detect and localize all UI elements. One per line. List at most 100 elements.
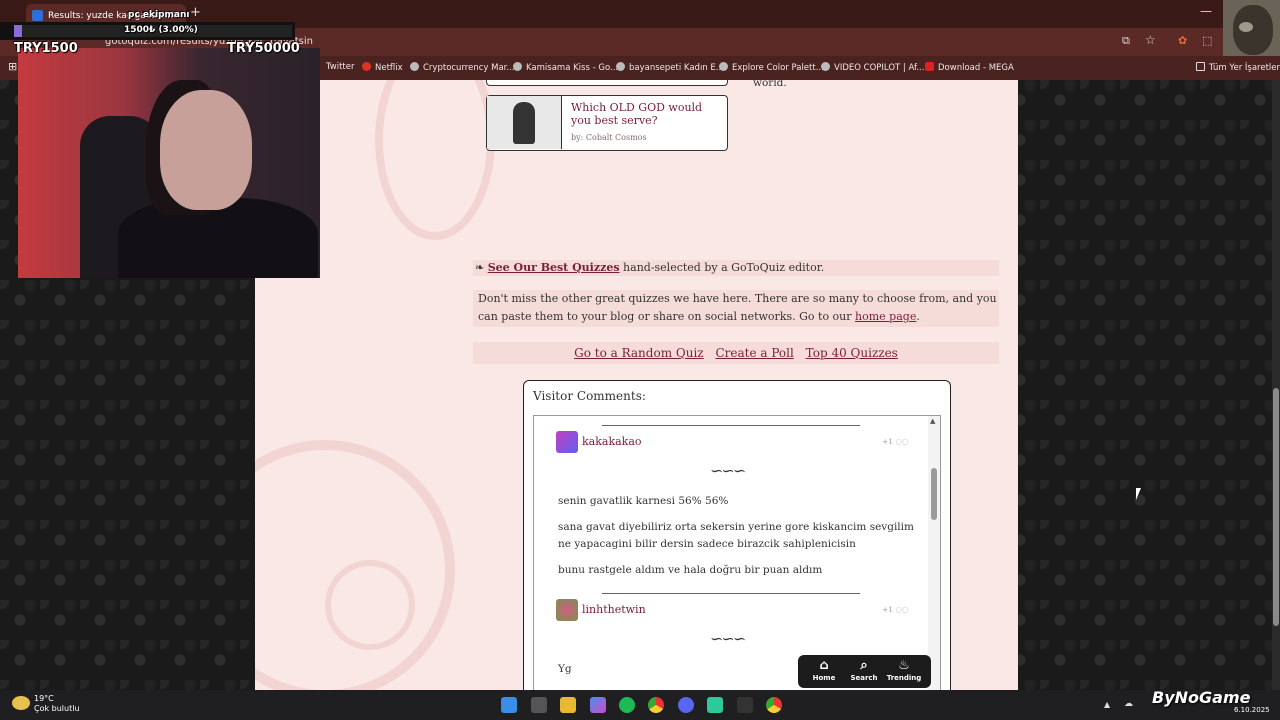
bookmark-label: VIDEO COPILOT | Af...: [834, 63, 925, 73]
nav-home[interactable]: ⌂ Home: [804, 658, 844, 682]
quiz-card-partial[interactable]: [486, 80, 728, 86]
quiz-thumbnail: [487, 96, 562, 149]
minimize-icon[interactable]: —: [1200, 4, 1212, 18]
weather-icon: [12, 696, 30, 710]
scrollbar-thumb[interactable]: [931, 468, 937, 520]
period: .: [916, 310, 920, 323]
new-tab-icon[interactable]: +: [190, 5, 201, 20]
nav-home-label: Home: [812, 674, 836, 682]
divider: [602, 593, 860, 594]
bookmark-twitter[interactable]: Twitter: [326, 62, 355, 72]
comment-username[interactable]: kakakakao: [582, 435, 642, 448]
apps-icon[interactable]: ⊞: [8, 60, 17, 73]
quiz-card-author: by: Cobalt Cosmos: [571, 133, 647, 142]
comment-username[interactable]: linhthetwin: [582, 603, 646, 616]
bookmark-kamisama[interactable]: Kamisama Kiss - Go...: [513, 62, 618, 73]
best-quizzes-suffix: hand-selected by a GoToQuiz editor.: [623, 261, 825, 274]
bookmark-label: Cryptocurrency Mar...: [423, 63, 515, 73]
best-quizzes-link[interactable]: See Our Best Quizzes: [488, 261, 620, 274]
goal-title: pc ekipmanı: [128, 10, 190, 20]
mega-icon: [925, 62, 934, 71]
quiz-card-title[interactable]: Which OLD GOD would you best serve?: [571, 101, 721, 127]
goal-progress-fill: [14, 25, 23, 37]
bookmark-label: Netflix: [375, 63, 403, 73]
world-text: world.: [753, 80, 787, 89]
vote-control[interactable]: +1 ◌◌: [882, 605, 909, 614]
bookmark-label: Download - MEGA: [938, 63, 1014, 73]
weather-widget[interactable]: 19°C Çok bulutlu: [34, 694, 80, 714]
search-icon: ⌕: [860, 658, 868, 673]
comments-scrollbar[interactable]: ▲: [928, 416, 940, 690]
avatar[interactable]: [556, 431, 578, 453]
home-page-link[interactable]: home page: [855, 310, 916, 323]
star-icon[interactable]: ☆: [1145, 33, 1156, 47]
bookmark-crypto[interactable]: Cryptocurrency Mar...: [410, 62, 515, 73]
translate-icon[interactable]: ⧉: [1122, 34, 1130, 48]
all-bookmarks[interactable]: Tüm Yer İşaretleri: [1196, 62, 1280, 73]
bookmark-mega[interactable]: Download - MEGA: [925, 62, 1014, 73]
comments-scroll-area[interactable]: kakakakao +1 ◌◌ ∽∽∽ senin gavatlik karne…: [533, 415, 941, 690]
quiz-links: Go to a Random Quiz Create a Poll Top 40…: [473, 342, 999, 364]
avatar[interactable]: [556, 599, 578, 621]
flame-icon: ♨: [898, 658, 910, 673]
comment-text: sana gavat diyebiliriz orta sekersin yer…: [558, 521, 914, 550]
visitor-comments: Visitor Comments: kakakakao +1 ◌◌ ∽∽∽ se…: [523, 380, 951, 690]
windows-start-icon[interactable]: [501, 697, 517, 713]
extensions-puzzle-icon[interactable]: ⬚: [1202, 34, 1212, 47]
discord-icon[interactable]: [678, 697, 694, 713]
bookmark-videocopilot[interactable]: VIDEO COPILOT | Af...: [821, 62, 924, 73]
extension-icon[interactable]: ✿: [1178, 34, 1187, 47]
weather-desc: Çok bulutlu: [34, 704, 80, 713]
pet-webcam-overlay: [1223, 0, 1280, 56]
quiz-card[interactable]: Which OLD GOD would you best serve? by: …: [486, 95, 728, 151]
bookmark-label: Tüm Yer İşaretleri: [1209, 63, 1280, 73]
file-explorer-icon[interactable]: [560, 697, 576, 713]
page-scrollbar[interactable]: [1272, 80, 1280, 690]
random-quiz-link[interactable]: Go to a Random Quiz: [574, 346, 703, 360]
mouse-cursor-icon: [1136, 488, 1146, 500]
nav-search-label: Search: [850, 674, 878, 682]
bookmark-bayansepeti[interactable]: bayansepeti Kadın E...: [616, 62, 724, 73]
task-view-icon[interactable]: [531, 697, 547, 713]
netflix-icon: [362, 62, 371, 71]
globe-icon: [513, 62, 522, 71]
bookmark-label: bayansepeti Kadın E...: [629, 63, 724, 73]
taskbar-date[interactable]: 6.10.2025: [1234, 706, 1270, 714]
nav-search[interactable]: ⌕ Search: [844, 658, 884, 682]
create-poll-link[interactable]: Create a Poll: [715, 346, 793, 360]
spotify-icon[interactable]: [619, 697, 635, 713]
chrome-icon[interactable]: [648, 697, 664, 713]
copilot-icon[interactable]: [590, 697, 606, 713]
cloud-icon[interactable]: ☁: [1124, 699, 1133, 709]
bookmark-label: Twitter: [326, 62, 355, 72]
comment-text: bunu rastgele aldım ve hala doğru bir pu…: [558, 564, 823, 576]
bookmark-netflix[interactable]: Netflix: [362, 62, 403, 73]
app-icon[interactable]: [707, 697, 723, 713]
vote-control[interactable]: +1 ◌◌: [882, 437, 909, 446]
globe-icon: [821, 62, 830, 71]
nav-trending[interactable]: ♨ Trending: [884, 658, 924, 682]
bookmark-label: Explore Color Palett...: [732, 63, 824, 73]
quiz-page: world. Which OLD GOD would you best serv…: [255, 80, 1018, 690]
goal-start-amount: TRY1500: [14, 41, 78, 56]
tray-chevron-icon[interactable]: ▲: [1104, 700, 1110, 709]
fleuron-icon: ❧: [475, 261, 485, 274]
obs-icon[interactable]: [737, 697, 753, 713]
decorative-swirl: [375, 80, 495, 240]
folder-icon: [1196, 62, 1205, 71]
page-scrollbar-thumb[interactable]: [1273, 388, 1279, 626]
bookmark-color[interactable]: Explore Color Palett...: [719, 62, 824, 73]
globe-icon: [719, 62, 728, 71]
globe-icon: [616, 62, 625, 71]
home-icon: ⌂: [819, 658, 829, 673]
comments-title: Visitor Comments:: [533, 389, 646, 403]
divider: [602, 425, 860, 426]
bynogame-watermark: ByNoGame: [1152, 688, 1251, 707]
goal-target-amount: TRY50000: [227, 41, 300, 56]
chrome-active-icon[interactable]: [766, 697, 782, 713]
decorative-swirl: [325, 560, 415, 650]
scroll-up-icon[interactable]: ▲: [930, 417, 935, 425]
top-40-link[interactable]: Top 40 Quizzes: [806, 346, 898, 360]
site-favicon-icon: [32, 10, 43, 21]
comment-text: senin gavatlik karnesi 56% 56%: [558, 495, 729, 507]
